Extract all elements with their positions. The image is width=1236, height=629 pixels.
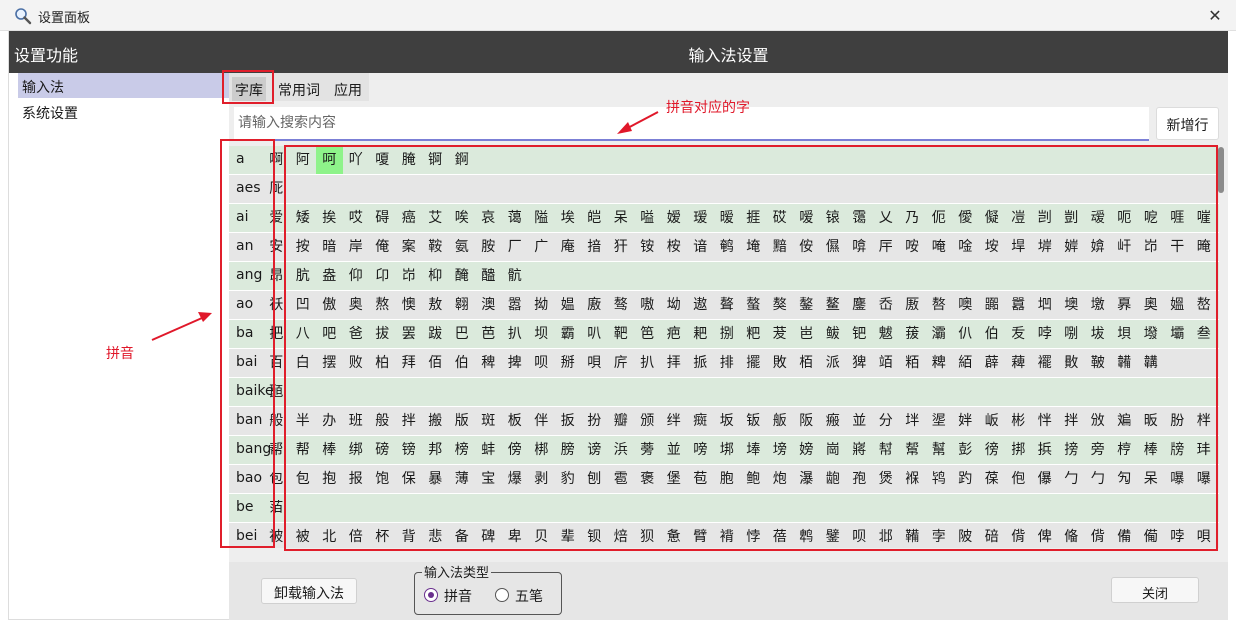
title-bar: 设置面板 ✕ xyxy=(0,0,1236,31)
window-close-button[interactable]: ✕ xyxy=(1194,0,1236,31)
unload-input-method-button[interactable]: 卸载输入法 xyxy=(261,578,357,604)
input-type-legend: 输入法类型 xyxy=(422,562,492,581)
annotation-box-tab xyxy=(222,70,274,104)
close-icon: ✕ xyxy=(1208,6,1222,25)
radio-pinyin[interactable] xyxy=(424,588,438,602)
window-title: 设置面板 xyxy=(38,11,91,26)
radio-wubi-label[interactable]: 五笔 xyxy=(515,586,543,606)
annotation-chars-label: 拼音对应的字 xyxy=(666,100,750,116)
footer: 卸载输入法 输入法类型 拼音 五笔 关闭 xyxy=(229,562,1228,620)
add-row-button[interactable]: 新增行 xyxy=(1156,107,1219,140)
page-title: 输入法设置 xyxy=(229,31,1228,73)
radio-selected-dot-icon xyxy=(428,592,434,598)
annotation-box-chars xyxy=(284,145,1218,551)
sidebar-item-label: 输入法 xyxy=(22,80,64,96)
radio-pinyin-label[interactable]: 拼音 xyxy=(444,586,472,606)
radio-wubi[interactable] xyxy=(495,588,509,602)
tab-apply[interactable]: 应用 xyxy=(331,77,365,101)
annotation-pinyin-label: 拼音 xyxy=(106,346,134,362)
sidebar-item-label: 系统设置 xyxy=(22,106,78,122)
sidebar-title: 设置功能 xyxy=(9,31,229,73)
tab-common-words[interactable]: 常用词 xyxy=(275,77,323,101)
sidebar-item-input-method[interactable]: 输入法 xyxy=(18,73,229,98)
sidebar-item-system-settings[interactable]: 系统设置 xyxy=(18,99,229,124)
magnifier-icon xyxy=(15,8,32,25)
sidebar: 设置功能 输入法 系统设置 xyxy=(8,31,229,620)
close-button[interactable]: 关闭 xyxy=(1111,577,1199,603)
scrollbar-thumb[interactable] xyxy=(1218,147,1224,193)
annotation-box-pinyin xyxy=(220,139,275,548)
